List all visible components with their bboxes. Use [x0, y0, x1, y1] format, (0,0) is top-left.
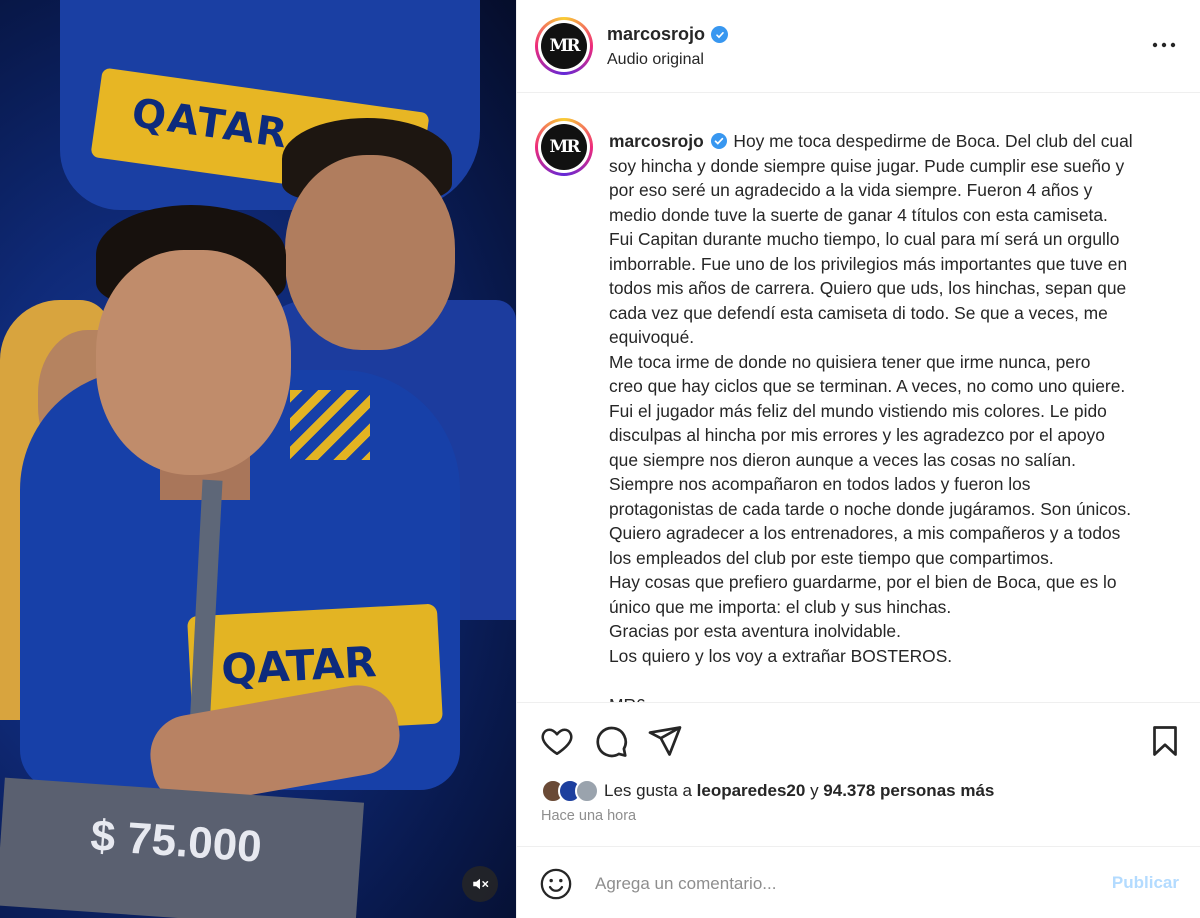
- verified-badge-icon: [710, 133, 727, 149]
- likes-count[interactable]: 94.378 personas más: [823, 781, 994, 801]
- caption-line: por eso seré un agradecido a la vida sie…: [609, 180, 1093, 200]
- caption-line: Me toca irme de donde no quisiera tener …: [609, 351, 1091, 372]
- caption-line: Siempre nos acompañaron en todos lados y…: [609, 474, 1031, 494]
- audio-label[interactable]: Audio original: [607, 51, 704, 69]
- caption-line: único que me importa: el club y sus hinc…: [609, 596, 952, 617]
- caption-line: marcosrojo Hoy me toca despedirme de Boc…: [609, 131, 1133, 151]
- like-button[interactable]: [539, 723, 575, 759]
- post-panel: MR marcosrojo Audio original MR marcosro…: [516, 0, 1200, 918]
- comment-button[interactable]: [593, 723, 629, 759]
- avatar: [575, 779, 599, 803]
- post-timestamp[interactable]: Hace una hora: [541, 808, 636, 824]
- mute-button[interactable]: [462, 866, 498, 902]
- avatar-monogram: MR: [541, 23, 587, 69]
- main-player-face: [96, 250, 291, 475]
- caption-avatar-monogram: MR: [541, 124, 587, 170]
- share-button[interactable]: [647, 723, 683, 759]
- caption-line: Fui Capitan durante mucho tiempo, lo cua…: [609, 229, 1120, 249]
- caption-line: creo que hay ciclos que se terminan. A v…: [609, 376, 1126, 396]
- post-media[interactable]: QATAR QATAR $ 75.000: [0, 0, 516, 918]
- caption-line: imborrable. Fue uno de los privilegios m…: [609, 253, 1128, 274]
- caption-line: los empleados del club por este tiempo q…: [609, 547, 1054, 568]
- caption-line: equivoqué.: [609, 327, 695, 347]
- right-player-face: [285, 155, 455, 350]
- username-text: marcosrojo: [607, 24, 706, 44]
- more-options-icon: [1152, 42, 1176, 48]
- save-button[interactable]: [1147, 723, 1183, 759]
- publish-button[interactable]: Publicar: [1112, 873, 1179, 893]
- jersey-shoulder-stripes: [290, 390, 370, 460]
- caption-line: [609, 668, 1189, 693]
- likes-summary: Les gusta a leoparedes20 y 94.378 person…: [541, 776, 994, 806]
- likes-prefix: Les gusta a: [604, 781, 692, 800]
- comment-bar: Publicar: [517, 846, 1200, 918]
- bookmark-icon: [1153, 726, 1177, 756]
- caption-line: que siempre nos dieron aunque a veces la…: [609, 449, 1076, 470]
- caption-line: Quiero agradecer a los entrenadores, a m…: [609, 523, 1121, 543]
- action-bar: [517, 702, 1200, 774]
- verified-badge-icon: [711, 26, 729, 43]
- caption-line: disculpas al hincha por mis errores y le…: [609, 425, 1105, 445]
- heart-icon: [541, 728, 573, 756]
- caption-line: cada vez que defendí esta camiseta di to…: [609, 302, 1108, 323]
- emoji-icon: [540, 868, 572, 900]
- caption-line: protagonistas de cada tarde o noche dond…: [609, 498, 1132, 519]
- caption-line: MR6: [609, 693, 1189, 703]
- caption-line: soy hincha y donde siempre quise jugar. …: [609, 155, 1125, 176]
- header-username[interactable]: marcosrojo: [607, 24, 729, 45]
- liker-avatars[interactable]: [541, 779, 599, 803]
- post-header: MR marcosrojo Audio original: [517, 0, 1200, 93]
- speaker-muted-icon: [473, 878, 489, 890]
- more-options-button[interactable]: [1149, 30, 1179, 60]
- emoji-button[interactable]: [539, 867, 573, 901]
- caption-line: Fui el jugador más feliz del mundo visti…: [609, 400, 1107, 421]
- likes-connector: y: [810, 781, 819, 800]
- paper-plane-icon: [648, 726, 682, 756]
- liker-username[interactable]: leoparedes20: [697, 781, 806, 801]
- caption-line: medio donde tuve la suerte de ganar 4 tí…: [609, 204, 1108, 225]
- caption-area[interactable]: MR marcosrojo Hoy me toca despedirme de …: [517, 94, 1200, 702]
- caption-line: Los quiero y los voy a extrañar BOSTEROS…: [609, 645, 953, 666]
- avatar[interactable]: MR: [535, 17, 593, 75]
- caption-line: Hay cosas que prefiero guardarme, por el…: [609, 572, 1117, 592]
- caption-text: marcosrojo Hoy me toca despedirme de Boc…: [609, 129, 1189, 702]
- caption-avatar[interactable]: MR: [535, 118, 593, 176]
- comment-input[interactable]: [595, 869, 1075, 899]
- comment-icon: [596, 726, 628, 758]
- caption-username[interactable]: marcosrojo: [609, 131, 704, 151]
- caption-line: Gracias por esta aventura inolvidable.: [609, 621, 901, 641]
- caption-line: todos mis años de carrera. Quiero que ud…: [609, 278, 1127, 298]
